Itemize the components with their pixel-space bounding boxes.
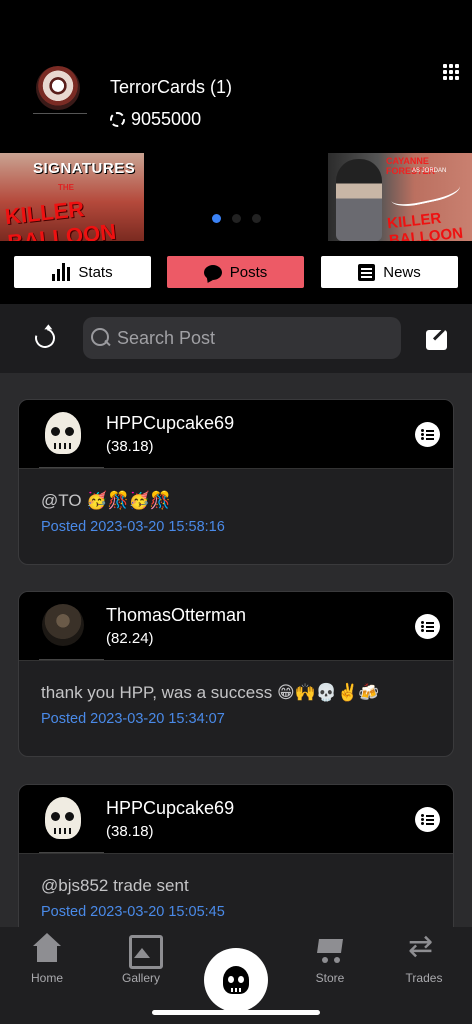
avatar[interactable] — [39, 410, 87, 458]
tab-news[interactable]: News — [321, 256, 458, 288]
post-header: ThomasOtterman (82.24) — [19, 592, 453, 660]
nav-home[interactable]: Home — [12, 933, 82, 985]
post-header: HPPCupcake69 (38.18) — [19, 400, 453, 468]
profile-header: TerrorCards (1) 9055000 — [0, 0, 472, 152]
coin-icon — [110, 112, 125, 127]
post-message: @TO 🥳🎊🥳🎊 — [41, 491, 431, 511]
post-username[interactable]: HPPCupcake69 — [106, 413, 234, 434]
nav-trades[interactable]: Trades — [389, 929, 459, 985]
carousel-pagination[interactable] — [212, 214, 261, 223]
slide-title: SIGNATURES — [33, 160, 136, 177]
profile-avatar[interactable] — [33, 66, 87, 114]
search-icon — [91, 328, 111, 348]
post-text: @bjs852 trade sent — [41, 876, 189, 895]
post-user-score: (38.18) — [106, 823, 154, 840]
post-menu-icon[interactable] — [415, 614, 440, 639]
slide-logo-text: KILLER BALLOON — [386, 209, 464, 241]
avatar[interactable] — [36, 66, 80, 110]
tab-stats[interactable]: Stats — [14, 256, 151, 288]
nav-store[interactable]: Store — [295, 933, 365, 985]
bar-chart-icon — [52, 263, 71, 281]
slide-photo — [336, 159, 382, 241]
avatar[interactable] — [39, 602, 87, 650]
post-emoji: 🥳🎊🥳🎊 — [86, 491, 171, 511]
trade-arrows-icon — [408, 929, 440, 965]
post-message: thank you HPP, was a success 😁🙌💀✌️🍻 — [41, 683, 431, 703]
search-toolbar — [0, 304, 472, 373]
cart-icon — [314, 933, 346, 965]
coin-amount: 9055000 — [131, 109, 202, 129]
post-user-score: (82.24) — [106, 630, 154, 647]
refresh-icon[interactable] — [31, 324, 59, 352]
post-text: thank you HPP, was a success — [41, 683, 273, 702]
home-indicator[interactable] — [152, 1010, 320, 1015]
tab-posts[interactable]: Posts — [167, 256, 304, 288]
post-username[interactable]: ThomasOtterman — [106, 605, 246, 626]
post-card: HPPCupcake69 (38.18) @bjs852 trade sent … — [18, 784, 454, 927]
search-box[interactable] — [83, 317, 401, 359]
compose-icon[interactable] — [426, 330, 447, 350]
skull-icon — [223, 966, 249, 994]
skull-avatar-icon — [45, 797, 81, 839]
skull-avatar-icon — [45, 412, 81, 454]
chat-bubble-icon — [203, 264, 222, 280]
post-body: @bjs852 trade sent Posted 2023-03-20 15:… — [19, 853, 453, 927]
user-photo — [42, 604, 84, 646]
nav-gallery-label: Gallery — [121, 971, 160, 985]
posts-feed[interactable]: HPPCupcake69 (38.18) @TO 🥳🎊🥳🎊 Posted 202… — [0, 373, 472, 927]
post-card: HPPCupcake69 (38.18) @TO 🥳🎊🥳🎊 Posted 202… — [18, 399, 454, 565]
carousel-slide-signatures[interactable]: SIGNATURES THE KILLER BALLOON — [0, 153, 144, 241]
post-header: HPPCupcake69 (38.18) — [19, 785, 453, 853]
signature-graphic — [388, 171, 462, 211]
avatar-underline — [33, 113, 87, 114]
post-user-score: (38.18) — [106, 438, 154, 455]
post-message: @bjs852 trade sent — [41, 876, 431, 896]
tab-posts-label: Posts — [229, 263, 268, 281]
coin-balance: 9055000 — [110, 109, 201, 130]
slide-subtitle: THE — [58, 183, 74, 192]
post-timestamp: Posted 2023-03-20 15:05:45 — [41, 904, 225, 920]
carousel-dot-2[interactable] — [232, 214, 241, 223]
carousel-slide-forester[interactable]: CAYANNE FORESTER AS JORDAN KILLER BALLOO… — [328, 153, 472, 241]
carousel-dot-1[interactable] — [212, 214, 221, 223]
post-timestamp: Posted 2023-03-20 15:58:16 — [41, 519, 225, 535]
tab-stats-label: Stats — [78, 263, 113, 281]
apps-grid-icon[interactable] — [443, 64, 459, 80]
newspaper-icon — [358, 263, 376, 281]
center-skull-button[interactable] — [204, 948, 268, 1012]
post-emoji: 😁🙌💀✌️🍻 — [276, 683, 380, 703]
post-body: thank you HPP, was a success 😁🙌💀✌️🍻 Post… — [19, 660, 453, 756]
post-timestamp: Posted 2023-03-20 15:34:07 — [41, 711, 225, 727]
nav-store-label: Store — [315, 971, 345, 985]
home-icon — [31, 933, 63, 965]
post-body: @TO 🥳🎊🥳🎊 Posted 2023-03-20 15:58:16 — [19, 468, 453, 564]
search-input[interactable] — [117, 327, 401, 349]
avatar-underline — [39, 467, 104, 468]
tab-news-label: News — [383, 263, 421, 281]
nav-trades-label: Trades — [405, 971, 443, 985]
gallery-icon — [125, 933, 163, 969]
avatar-underline — [39, 659, 104, 660]
carousel-dot-3[interactable] — [252, 214, 261, 223]
slide-subtitle: AS JORDAN — [412, 168, 447, 174]
nav-gallery[interactable]: Gallery — [106, 933, 176, 985]
post-menu-icon[interactable] — [415, 422, 440, 447]
section-tabs: Stats Posts News — [0, 242, 472, 304]
banner-carousel[interactable]: SIGNATURES THE KILLER BALLOON CAYANNE FO… — [0, 153, 472, 241]
post-username[interactable]: HPPCupcake69 — [106, 798, 234, 819]
post-card: ThomasOtterman (82.24) thank you HPP, wa… — [18, 591, 454, 757]
post-text: @TO — [41, 491, 82, 510]
nav-home-label: Home — [30, 971, 63, 985]
avatar-underline — [39, 852, 104, 853]
post-menu-icon[interactable] — [415, 807, 440, 832]
slide-logo-text: KILLER BALLOON — [3, 196, 118, 241]
avatar[interactable] — [39, 795, 87, 843]
profile-name: TerrorCards (1) — [110, 77, 233, 97]
